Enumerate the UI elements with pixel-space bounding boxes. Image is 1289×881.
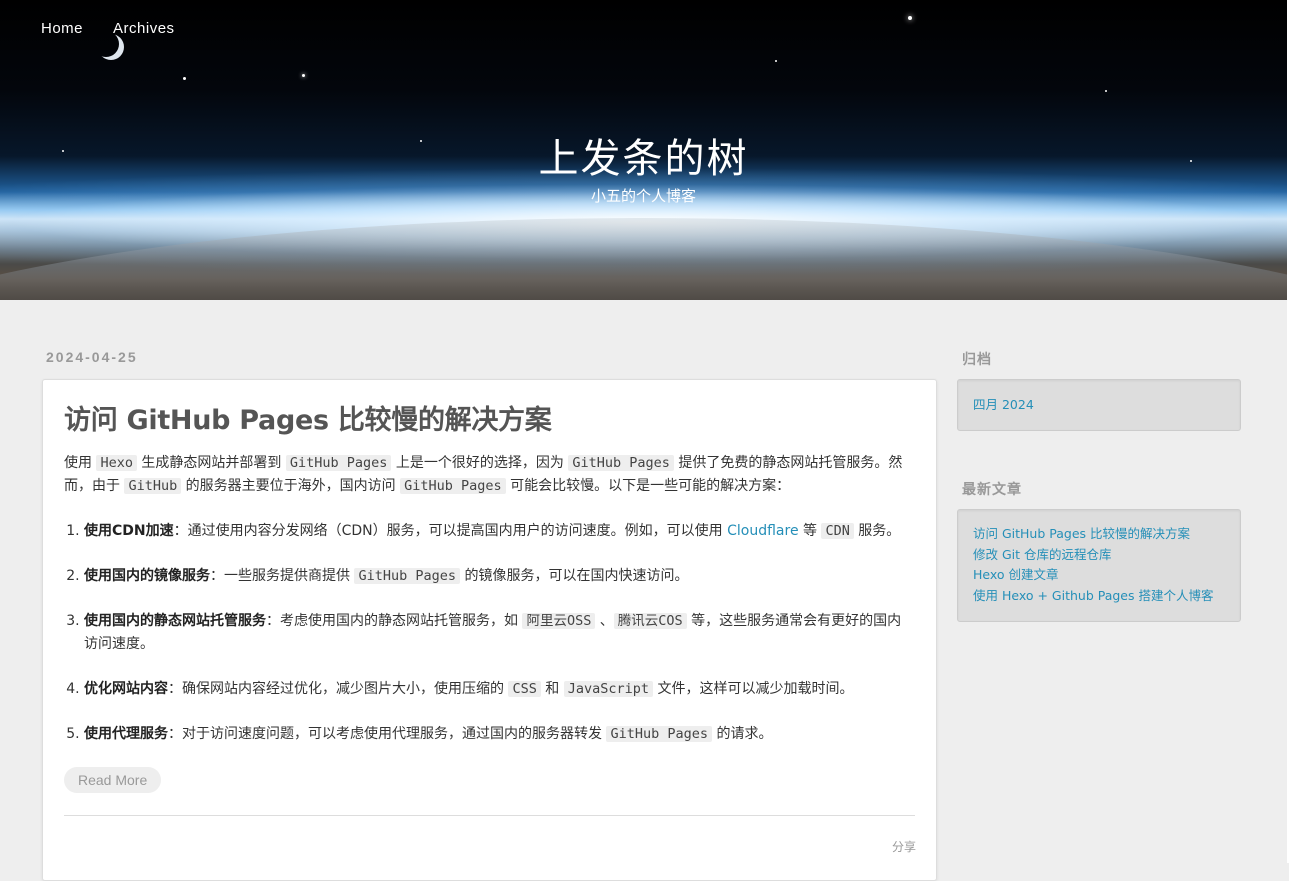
recent-widget-title: 最新文章 [962,482,1022,498]
archive-link[interactable]: 四月 2024 [973,395,1225,416]
post-title[interactable]: 访问 GitHub Pages 比较慢的解决方案 [64,398,552,437]
solution-list: 使用CDN加速：通过使用内容分发网络（CDN）服务，可以提高国内用户的访问速度。… [64,520,909,746]
post-footer-divider [64,815,915,816]
star-icon [183,77,186,80]
main-nav: Home Archives [41,20,175,37]
archive-widget: 四月 2024 [957,379,1241,431]
list-item: 使用代理服务：对于访问速度问题，可以考虑使用代理服务，通过国内的服务器转发 Gi… [84,723,909,746]
site-subtitle: 小五的个人博客 [590,187,696,205]
earth-horizon [0,218,1287,300]
recent-post-link[interactable]: 使用 Hexo + Github Pages 搭建个人博客 [973,586,1225,607]
site-title[interactable]: 上发条的树 [0,126,1287,184]
list-item: 使用国内的静态网站托管服务：考虑使用国内的静态网站托管服务，如 阿里云OSS 、… [84,610,909,656]
read-more-button[interactable]: Read More [64,767,162,793]
recent-posts-widget: 访问 GitHub Pages 比较慢的解决方案 修改 Git 仓库的远程仓库 … [957,509,1241,622]
header-banner: Home Archives 上发条的树 小五的个人博客 [0,0,1287,300]
star-icon [775,60,777,62]
post-date[interactable]: 2024-04-25 [46,349,138,365]
recent-post-link[interactable]: 访问 GitHub Pages 比较慢的解决方案 [973,524,1225,545]
star-icon [908,16,912,20]
star-icon [302,74,305,77]
list-item: 使用国内的镜像服务：一些服务提供商提供 GitHub Pages 的镜像服务，可… [84,565,909,588]
recent-post-link[interactable]: Hexo 创建文章 [973,565,1225,586]
post-card: 访问 GitHub Pages 比较慢的解决方案 使用 Hexo 生成静态网站并… [42,379,937,881]
list-item: 使用CDN加速：通过使用内容分发网络（CDN）服务，可以提高国内用户的访问速度。… [84,520,909,543]
moon-icon [98,34,124,60]
post-intro: 使用 Hexo 生成静态网站并部署到 GitHub Pages 上是一个很好的选… [64,455,903,494]
nav-home-link[interactable]: Home [41,20,83,37]
star-icon [1105,90,1107,92]
cloudflare-link[interactable]: Cloudflare [727,523,798,539]
nav-archives-link[interactable]: Archives [113,20,175,37]
list-item: 优化网站内容：确保网站内容经过优化，减少图片大小，使用压缩的 CSS 和 Jav… [84,678,909,701]
archive-widget-title: 归档 [962,352,992,368]
share-link[interactable]: 分享 [892,838,916,855]
recent-post-link[interactable]: 修改 Git 仓库的远程仓库 [973,545,1225,566]
post-excerpt: 使用 Hexo 生成静态网站并部署到 GitHub Pages 上是一个很好的选… [64,452,909,768]
